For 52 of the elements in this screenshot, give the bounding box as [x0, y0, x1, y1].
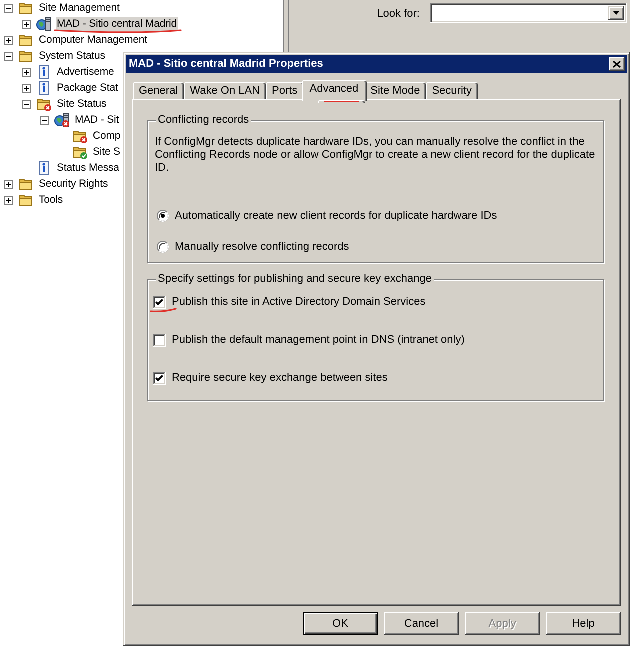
expand-icon[interactable] [22, 20, 31, 28]
option-label[interactable]: Require secure key exchange between sites [172, 372, 388, 384]
option-label[interactable]: Manually resolve conflicting records [175, 241, 350, 253]
tree-item[interactable]: System Status [38, 49, 106, 63]
tree-item[interactable]: Advertiseme [56, 65, 116, 79]
collapse-icon[interactable] [22, 100, 31, 108]
close-button[interactable] [609, 57, 625, 71]
dialog-button[interactable]: Cancel [384, 612, 459, 635]
tree-item[interactable]: MAD - Sit [74, 113, 120, 127]
tree-item[interactable]: Comp [92, 129, 122, 143]
look-for-label: Look for: [377, 8, 420, 20]
expand-icon[interactable] [4, 36, 13, 44]
dialog-button[interactable]: OK [303, 612, 378, 635]
dropdown-button[interactable] [608, 6, 624, 20]
group-title: Specify settings for publishing and secure key exchange [156, 273, 434, 286]
tree-item[interactable]: Computer Management [38, 33, 148, 47]
tree-item[interactable]: Security Rights [38, 177, 110, 191]
expand-icon[interactable] [4, 196, 13, 204]
checkbox[interactable] [153, 372, 166, 384]
look-for-combobox[interactable] [430, 3, 627, 23]
tab[interactable]: Ports [266, 82, 304, 99]
description-text: If ConfigMgr detects duplicate hardware IDs, you can manually resolve the conflict in the Conflicting Records node or allow ConfigMgr to create a new client record for the duplicate ID. [155, 136, 596, 175]
tree-item[interactable]: MAD - Sitio central Madrid [56, 17, 178, 31]
expand-icon[interactable] [22, 84, 31, 92]
close-icon [613, 60, 621, 68]
group-title: Conflicting records [156, 114, 252, 127]
expand-icon[interactable] [4, 180, 13, 188]
option-label[interactable]: Automatically create new client records for duplicate hardware IDs [175, 210, 498, 222]
collapse-icon[interactable] [40, 116, 49, 124]
radio-button[interactable] [157, 241, 169, 253]
tree-item[interactable]: Site S [92, 145, 122, 159]
option-label[interactable]: Publish the default management point in DNS (intranet only) [172, 334, 465, 346]
checkbox[interactable] [153, 296, 166, 308]
tab[interactable]: Advanced [302, 80, 367, 101]
tree-item[interactable]: Site Status [56, 97, 108, 111]
option-label[interactable]: Publish this site in Active Directory Domain Services [172, 296, 426, 308]
window-title: MAD - Sitio central Madrid Properties [129, 58, 324, 70]
collapse-icon[interactable] [4, 4, 13, 12]
collapse-icon[interactable] [4, 52, 13, 60]
tree-item[interactable]: Tools [38, 193, 64, 207]
checkbox[interactable] [153, 334, 166, 346]
tree-item[interactable]: Site Management [38, 1, 121, 15]
tab[interactable]: Security [426, 82, 478, 99]
tree-item[interactable]: Package Stat [56, 81, 120, 95]
dialog-button[interactable]: Help [546, 612, 621, 635]
radio-button[interactable] [157, 210, 169, 222]
tab[interactable]: Wake On LAN [184, 82, 266, 99]
tab[interactable]: General [133, 82, 184, 99]
expand-icon[interactable] [22, 68, 31, 76]
caret-icon [612, 11, 620, 15]
tab[interactable]: Site Mode [364, 82, 426, 99]
tree-item[interactable]: Status Messa [56, 161, 120, 175]
